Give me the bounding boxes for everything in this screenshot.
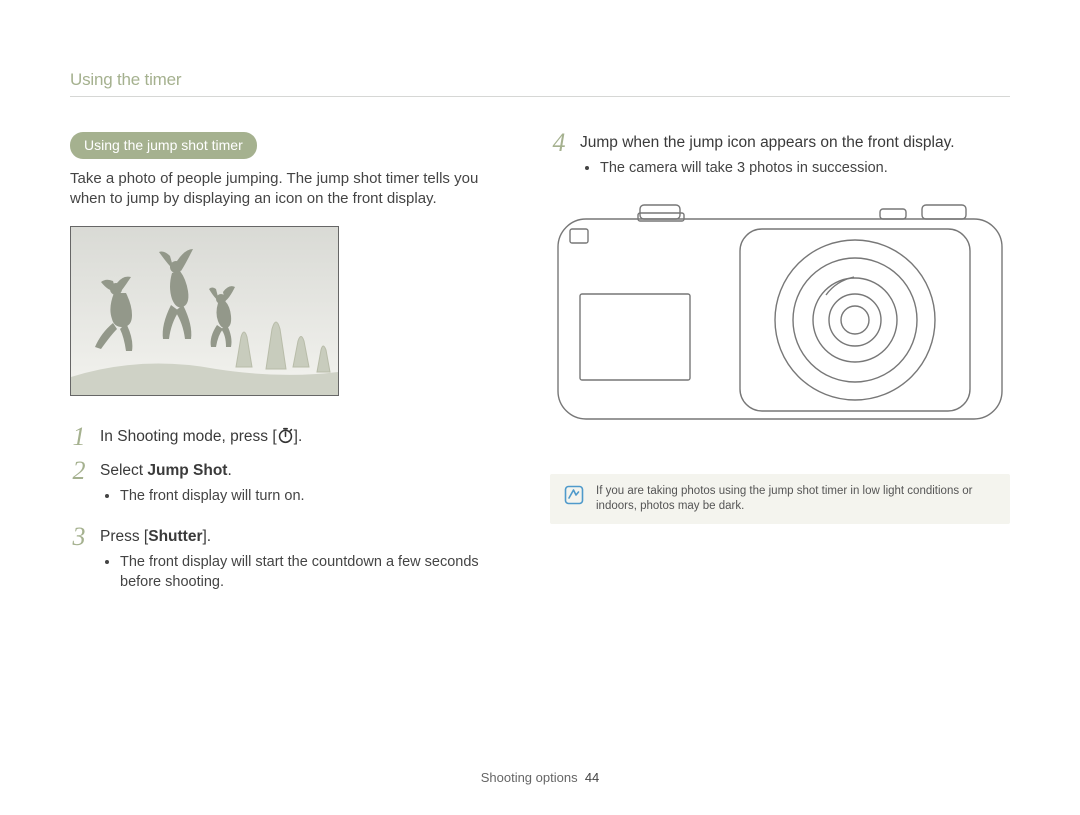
step-2-bullet: The front display will turn on. (120, 487, 495, 507)
step-number: 3 (70, 524, 88, 602)
step-text: Jump when the jump icon appears on the f… (580, 133, 1010, 153)
left-column: Using the jump shot timer Take a photo o… (70, 132, 495, 760)
step-3-bullet: The front display will start the countdo… (120, 553, 495, 592)
step-4: 4 Jump when the jump icon appears on the… (550, 130, 1010, 189)
step-2-c: . (227, 462, 231, 479)
step-1: 1 In Shooting mode, press []. (70, 424, 495, 450)
step-number: 4 (550, 130, 568, 189)
step-3-c: ]. (202, 528, 211, 545)
footer-section: Shooting options (481, 770, 578, 785)
step-number: 2 (70, 458, 88, 517)
step-2: 2 Select Jump Shot. The front display wi… (70, 458, 495, 517)
jump-illustration-frame (70, 226, 339, 396)
step-text: Select Jump Shot. (100, 461, 495, 481)
right-column: 4 Jump when the jump icon appears on the… (550, 132, 1010, 760)
note-text: If you are taking photos using the jump … (596, 484, 996, 514)
step-3-b: Shutter (148, 528, 202, 545)
intro-paragraph: Take a photo of people jumping. The jump… (70, 169, 495, 210)
step-text: Press [Shutter]. (100, 527, 495, 547)
footer-page-number: 44 (585, 770, 599, 785)
step-1-post: ]. (294, 428, 303, 445)
page-header: Using the timer (70, 70, 1010, 97)
note-icon (564, 485, 584, 505)
step-2-b: Jump Shot (147, 462, 227, 479)
camera-illustration (550, 199, 1010, 434)
step-3: 3 Press [Shutter]. The front display wil… (70, 524, 495, 602)
timer-icon (277, 427, 294, 444)
step-2-a: Select (100, 462, 147, 479)
page-footer: Shooting options 44 (70, 760, 1010, 785)
note-box: If you are taking photos using the jump … (550, 474, 1010, 524)
jump-illustration (71, 227, 338, 395)
step-1-pre: In Shooting mode, press [ (100, 428, 277, 445)
step-text: In Shooting mode, press []. (100, 428, 302, 445)
step-3-a: Press [ (100, 528, 148, 545)
step-4-bullet: The camera will take 3 photos in success… (600, 159, 1010, 179)
step-number: 1 (70, 424, 88, 450)
section-pill: Using the jump shot timer (70, 132, 257, 159)
